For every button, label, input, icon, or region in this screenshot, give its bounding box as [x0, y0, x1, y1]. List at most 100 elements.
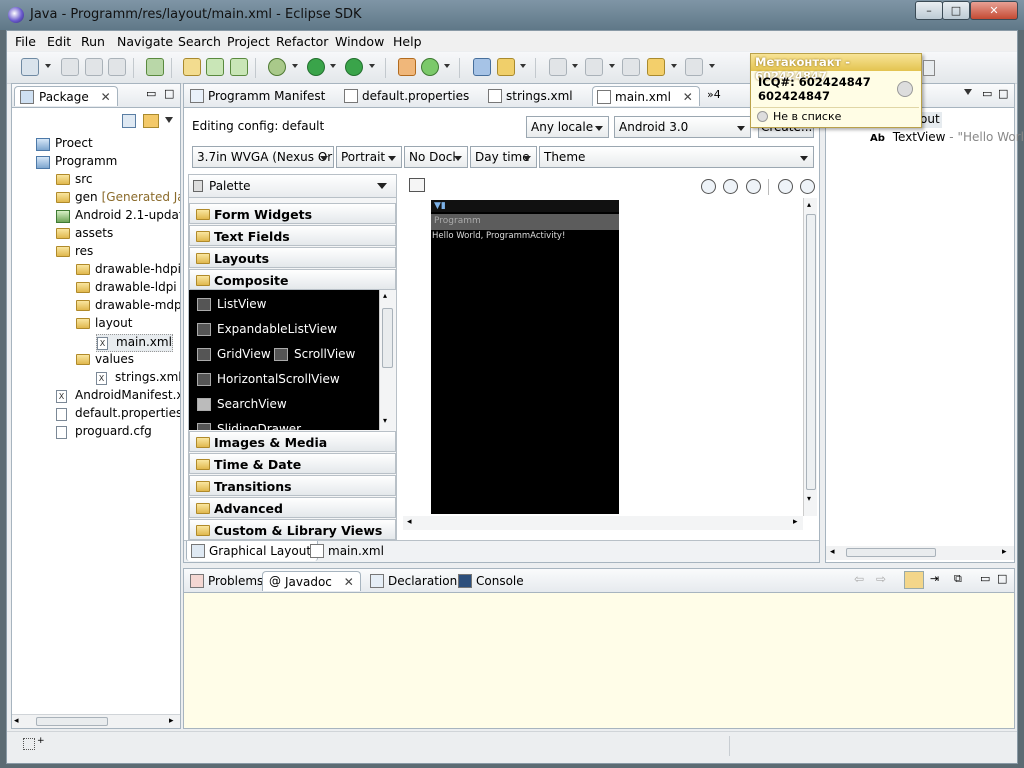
outline-partial-item[interactable]: out [920, 112, 942, 128]
zoom-out-icon[interactable] [778, 179, 793, 194]
tree-item[interactable]: drawable-mdp [76, 298, 180, 316]
canvas-vertical-scrollbar[interactable]: ▴ ▾ [803, 198, 817, 516]
outline-item-textview[interactable]: Ab TextView - "Hello Worl [870, 130, 1024, 144]
menu-project[interactable]: Project [227, 34, 270, 49]
palette-item-horizontalscrollview[interactable]: HorizontalScrollView [197, 372, 340, 386]
forward-icon[interactable] [685, 58, 703, 76]
android-avd-icon[interactable] [421, 58, 439, 76]
android-sdk-icon[interactable] [398, 58, 416, 76]
debug-icon[interactable] [268, 58, 286, 76]
palette-item-expandablelistview[interactable]: ExpandableListView [197, 322, 337, 336]
minimize-view-icon[interactable]: ▭ [146, 87, 156, 100]
print-icon[interactable] [108, 58, 126, 76]
import-icon[interactable] [146, 58, 164, 76]
palette-group-header[interactable]: Text Fields [189, 225, 396, 246]
scroll-thumb[interactable] [846, 548, 936, 557]
external-tools-icon[interactable] [345, 58, 363, 76]
scroll-up-icon[interactable]: ▴ [383, 291, 387, 300]
zoom-real-size-icon[interactable] [746, 179, 761, 194]
palette-item-scrollview[interactable]: ScrollView [274, 347, 355, 361]
tab-graphical-layout[interactable]: Graphical Layout [186, 541, 319, 561]
scroll-right-icon[interactable]: ▸ [169, 716, 174, 726]
close-button[interactable]: ✕ [970, 1, 1018, 20]
tab-problems[interactable]: Problems [186, 571, 269, 591]
maximize-view-icon[interactable]: □ [164, 87, 174, 100]
tab-console[interactable]: Console [454, 571, 530, 591]
menu-refactor[interactable]: Refactor [276, 34, 328, 49]
back-icon[interactable]: ⇦ [854, 572, 864, 586]
chevron-down-icon[interactable] [369, 64, 375, 68]
scroll-up-icon[interactable]: ▴ [807, 200, 811, 209]
scroll-thumb[interactable] [806, 214, 816, 490]
tree-item[interactable]: values [76, 352, 134, 370]
package-horizontal-scrollbar[interactable]: ◂ ▸ [12, 714, 180, 728]
chevron-down-icon[interactable] [444, 64, 450, 68]
palette-item-listview[interactable]: ListView [197, 297, 266, 311]
palette-item-gridview[interactable]: GridView [197, 347, 271, 361]
menu-window[interactable]: Window [335, 34, 384, 49]
tab-programm-manifest[interactable]: Programm Manifest [186, 86, 331, 106]
chevron-down-icon[interactable] [45, 64, 51, 68]
palette-group-header[interactable]: Form Widgets [189, 203, 396, 224]
orientation-select[interactable]: Portrait [336, 146, 402, 168]
tree-item[interactable]: Android 2.1-updat [56, 208, 180, 226]
palette-group-header[interactable]: Composite [189, 269, 396, 290]
tab-package[interactable]: Package ✕ [14, 86, 118, 106]
fast-view-icon[interactable] [23, 738, 35, 750]
chevron-down-icon[interactable] [520, 64, 526, 68]
maximize-button[interactable]: □ [942, 1, 970, 20]
menu-search[interactable]: Search [178, 34, 221, 49]
tree-item[interactable]: assets [56, 226, 113, 244]
tree-item[interactable]: default.properties [56, 406, 180, 424]
palette-group-header[interactable]: Advanced [189, 497, 396, 518]
minimize-view-icon[interactable]: ▭ [982, 87, 992, 100]
scroll-right-icon[interactable]: ▸ [793, 517, 798, 527]
link-with-selection-icon[interactable] [904, 571, 924, 589]
tab-javadoc[interactable]: @ Javadoc ✕ [262, 571, 361, 591]
palette-group-header[interactable]: Transitions [189, 475, 396, 496]
tab-main-xml[interactable]: main.xml ✕ [592, 86, 700, 106]
zoom-out-small-icon[interactable] [701, 179, 716, 194]
layout-actions-icon[interactable] [409, 178, 425, 192]
maximize-view-icon[interactable]: □ [998, 87, 1008, 100]
new-java-project-icon[interactable] [183, 58, 201, 76]
tree-item[interactable]: drawable-hdpi [76, 262, 180, 280]
layout-canvas[interactable]: ▼▮ Programm Hello World, ProgrammActivit… [403, 198, 803, 516]
chevron-down-icon[interactable] [609, 64, 615, 68]
device-screen[interactable]: ▼▮ Programm Hello World, ProgrammActivit… [431, 200, 619, 514]
dock-select[interactable]: No Docl [404, 146, 468, 168]
palette-scrollbar[interactable]: ▴ ▾ [379, 290, 395, 430]
tree-item[interactable]: gen[Generated Java [56, 190, 180, 208]
open-type-icon[interactable] [473, 58, 491, 76]
view-menu-icon[interactable] [165, 117, 173, 123]
view-menu-icon[interactable] [964, 89, 972, 95]
close-icon[interactable]: ✕ [101, 90, 111, 104]
new-package-icon[interactable] [206, 58, 224, 76]
tab-strings-xml[interactable]: strings.xml [484, 86, 579, 106]
open-input-icon[interactable]: ⧉ [954, 572, 962, 586]
scroll-thumb[interactable] [382, 308, 393, 368]
forward-icon[interactable]: ⇨ [876, 572, 886, 586]
palette-menu-icon[interactable] [377, 183, 387, 189]
zoom-fit-icon[interactable] [723, 179, 738, 194]
close-icon[interactable]: ✕ [683, 90, 693, 104]
scroll-down-icon[interactable]: ▾ [383, 416, 387, 425]
close-icon[interactable]: ✕ [344, 575, 354, 589]
tree-item[interactable]: Xstrings.xml [96, 370, 180, 388]
outline-horizontal-scrollbar[interactable]: ◂ ▸ [826, 546, 1014, 560]
target-select[interactable]: Android 3.0 [614, 116, 751, 138]
palette-group-header[interactable]: Images & Media [189, 431, 396, 452]
menu-run[interactable]: Run [81, 34, 105, 49]
scroll-down-icon[interactable]: ▾ [807, 494, 811, 503]
tree-item[interactable]: drawable-ldpi [76, 280, 177, 298]
collapse-all-icon[interactable] [122, 114, 136, 128]
scroll-left-icon[interactable]: ◂ [830, 547, 835, 557]
new-icon[interactable] [21, 58, 39, 76]
canvas-horizontal-scrollbar[interactable]: ◂ ▸ [403, 516, 803, 530]
tab-main-xml-source[interactable]: main.xml [306, 541, 390, 561]
menu-edit[interactable]: Edit [47, 34, 71, 49]
menu-navigate[interactable]: Navigate [117, 34, 173, 49]
theme-select[interactable]: Theme [539, 146, 814, 168]
tab-declaration[interactable]: Declaration [366, 571, 463, 591]
tree-item[interactable]: Xmain.xml [96, 334, 173, 352]
